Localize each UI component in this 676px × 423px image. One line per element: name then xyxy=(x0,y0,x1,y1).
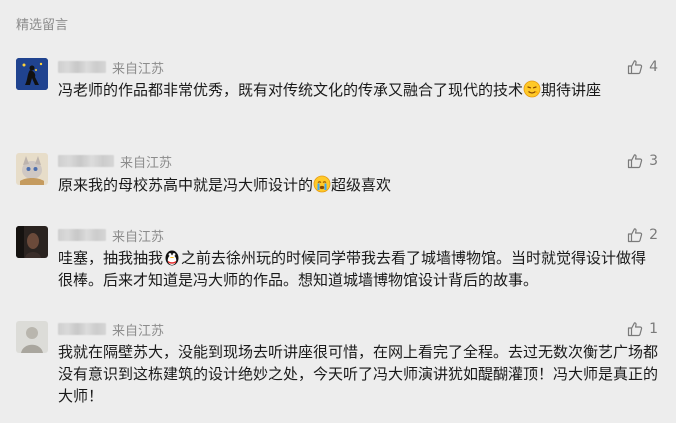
avatar[interactable] xyxy=(16,321,48,353)
penguin-emoji xyxy=(163,248,181,266)
comment-text: 原来我的母校苏高中就是冯大师设计的 超级喜欢 xyxy=(58,175,392,194)
comment-text: 冯老师的作品都非常优秀，既有对传统文化的传承又融合了现代的技术 期待讲座 xyxy=(58,80,602,99)
crying-emoji xyxy=(313,175,331,193)
avatar[interactable] xyxy=(16,153,48,185)
thumbs-up-icon xyxy=(627,228,643,243)
location-source: 来自江苏 xyxy=(112,61,165,77)
location-source: 来自江苏 xyxy=(120,155,173,171)
like-button[interactable]: 2 xyxy=(627,225,658,245)
avatar[interactable] xyxy=(16,58,48,90)
sly-smile-emoji xyxy=(523,80,541,98)
nickname-blurred xyxy=(58,323,106,335)
like-button[interactable]: 1 xyxy=(627,319,658,339)
comment-text: 哇塞，抽我抽我 之前去徐州玩的时候同学带我去看了城墙博物馆。当时就觉得设计做得很棒… xyxy=(58,248,647,289)
thumbs-up-icon xyxy=(627,60,643,75)
avatar[interactable] xyxy=(16,226,48,258)
thumbs-up-icon xyxy=(627,322,643,337)
like-count: 1 xyxy=(649,321,658,337)
location-source: 来自江苏 xyxy=(112,323,165,339)
thumbs-up-icon xyxy=(627,154,643,169)
like-count: 2 xyxy=(649,227,658,243)
like-button[interactable]: 3 xyxy=(627,151,658,171)
section-title: 精选留言 xyxy=(16,18,69,33)
comment-text: 我就在隔壁苏大，没能到现场去听讲座很可惜，在网上看完了全程。去过无数次衡艺广场都… xyxy=(58,343,659,405)
nickname-blurred xyxy=(58,229,106,241)
nickname-blurred xyxy=(58,61,106,73)
like-button[interactable]: 4 xyxy=(627,57,658,77)
like-count: 3 xyxy=(649,153,658,169)
location-source: 来自江苏 xyxy=(112,229,165,245)
like-count: 4 xyxy=(649,59,658,75)
nickname-blurred xyxy=(58,155,114,167)
